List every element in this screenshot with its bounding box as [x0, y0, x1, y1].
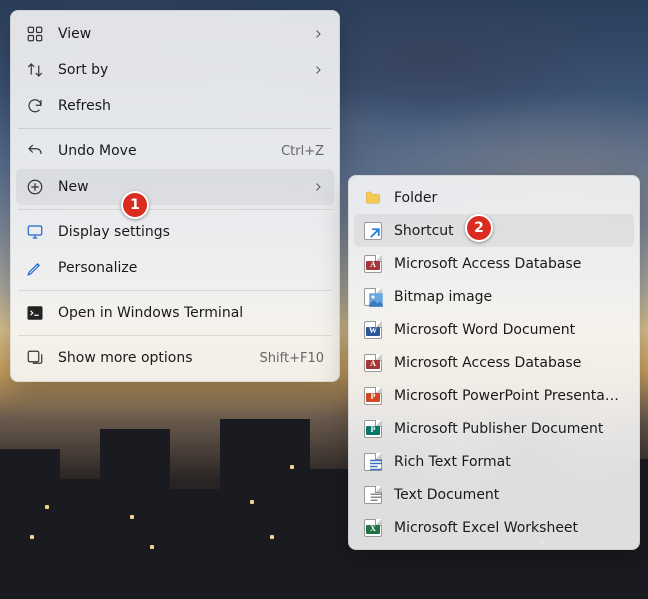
menu-label: Display settings — [58, 224, 324, 240]
new-icon — [26, 178, 44, 196]
menu-label: Show more options — [58, 350, 250, 366]
menu-item-access-database[interactable]: A Microsoft Access Database — [354, 247, 634, 280]
powerpoint-icon: P — [364, 387, 382, 405]
menu-label: Sort by — [58, 62, 302, 78]
menu-item-sort-by[interactable]: Sort by — [16, 52, 334, 88]
menu-label: Folder — [394, 190, 624, 206]
menu-item-refresh[interactable]: Refresh — [16, 88, 334, 124]
menu-label: New — [58, 179, 302, 195]
menu-label: Microsoft PowerPoint Presentation — [394, 388, 624, 404]
menu-label: Shortcut — [394, 223, 624, 239]
folder-icon — [364, 189, 382, 207]
access-icon: A — [364, 255, 382, 273]
access-icon: A — [364, 354, 382, 372]
menu-label: Refresh — [58, 98, 324, 114]
annotation-badge-2: 2 — [465, 214, 493, 242]
menu-label: Bitmap image — [394, 289, 624, 305]
bitmap-icon — [364, 288, 382, 306]
menu-label: Microsoft Word Document — [394, 322, 624, 338]
menu-item-undo-move[interactable]: Undo Move Ctrl+Z — [16, 133, 334, 169]
menu-item-text-document[interactable]: Text Document — [354, 478, 634, 511]
menu-item-powerpoint[interactable]: P Microsoft PowerPoint Presentation — [354, 379, 634, 412]
menu-item-open-terminal[interactable]: Open in Windows Terminal — [16, 295, 334, 331]
menu-label: Microsoft Publisher Document — [394, 421, 624, 437]
menu-separator — [18, 335, 332, 336]
menu-label: Personalize — [58, 260, 324, 276]
publisher-icon: P — [364, 420, 382, 438]
menu-item-access-database-2[interactable]: A Microsoft Access Database — [354, 346, 634, 379]
new-submenu: Folder Shortcut A Microsoft Access Datab… — [348, 175, 640, 550]
menu-label: Text Document — [394, 487, 624, 503]
word-icon: W — [364, 321, 382, 339]
menu-shortcut: Shift+F10 — [250, 351, 324, 366]
more-options-icon — [26, 349, 44, 367]
menu-label: Open in Windows Terminal — [58, 305, 324, 321]
menu-label: Microsoft Access Database — [394, 355, 624, 371]
excel-icon: X — [364, 519, 382, 537]
menu-item-excel[interactable]: X Microsoft Excel Worksheet — [354, 511, 634, 544]
undo-icon — [26, 142, 44, 160]
menu-item-bitmap[interactable]: Bitmap image — [354, 280, 634, 313]
menu-label: Microsoft Excel Worksheet — [394, 520, 624, 536]
refresh-icon — [26, 97, 44, 115]
terminal-icon — [26, 304, 44, 322]
submenu-arrow-icon — [302, 64, 324, 76]
menu-item-folder[interactable]: Folder — [354, 181, 634, 214]
menu-label: Undo Move — [58, 143, 271, 159]
menu-shortcut: Ctrl+Z — [271, 144, 324, 159]
annotation-badge-1: 1 — [121, 191, 149, 219]
submenu-arrow-icon — [302, 181, 324, 193]
menu-separator — [18, 290, 332, 291]
menu-label: Microsoft Access Database — [394, 256, 624, 272]
menu-label: Rich Text Format — [394, 454, 624, 470]
menu-item-personalize[interactable]: Personalize — [16, 250, 334, 286]
menu-item-publisher[interactable]: P Microsoft Publisher Document — [354, 412, 634, 445]
menu-item-word-document[interactable]: W Microsoft Word Document — [354, 313, 634, 346]
personalize-icon — [26, 259, 44, 277]
menu-separator — [18, 209, 332, 210]
desktop-context-menu: View Sort by Refresh — [10, 10, 340, 382]
submenu-arrow-icon — [302, 28, 324, 40]
menu-item-view[interactable]: View — [16, 16, 334, 52]
menu-item-rtf[interactable]: Rich Text Format — [354, 445, 634, 478]
menu-item-show-more-options[interactable]: Show more options Shift+F10 — [16, 340, 334, 376]
menu-item-new[interactable]: New — [16, 169, 334, 205]
menu-label: View — [58, 26, 302, 42]
text-icon — [364, 486, 382, 504]
rtf-icon — [364, 453, 382, 471]
view-icon — [26, 25, 44, 43]
menu-separator — [18, 128, 332, 129]
menu-item-display-settings[interactable]: Display settings — [16, 214, 334, 250]
menu-item-shortcut[interactable]: Shortcut — [354, 214, 634, 247]
display-settings-icon — [26, 223, 44, 241]
shortcut-icon — [364, 222, 382, 240]
sort-icon — [26, 61, 44, 79]
